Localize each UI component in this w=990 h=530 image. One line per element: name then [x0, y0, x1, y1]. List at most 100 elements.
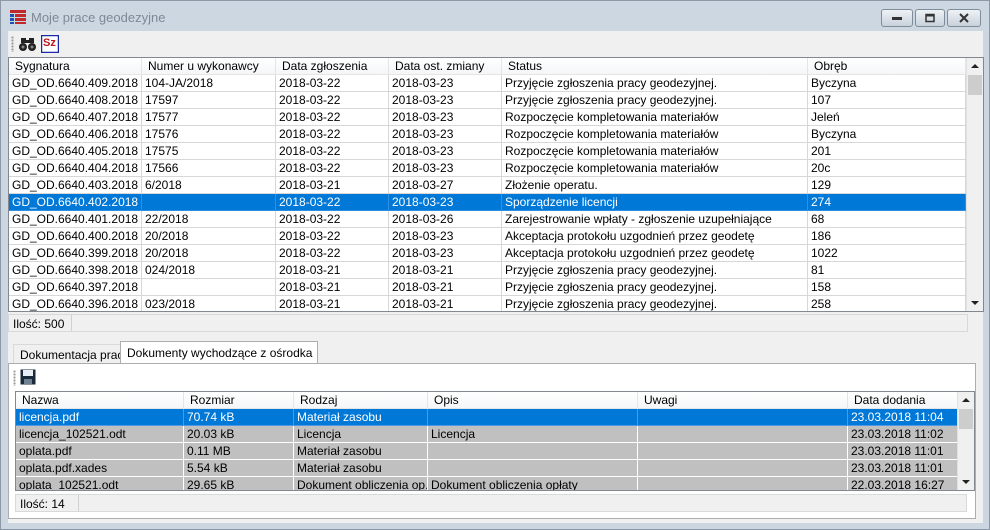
table-row[interactable]: oplata.pdf 0.11 MB Materiał zasobu 23.03.20…: [16, 443, 958, 460]
scroll-up-arrow-icon[interactable]: [967, 58, 983, 74]
documents-vertical-scrollbar[interactable]: [957, 392, 974, 490]
search-button[interactable]: [17, 34, 39, 54]
table-cell: 2018-03-21: [389, 262, 502, 279]
table-cell: [638, 477, 848, 490]
documents-column-header[interactable]: Rozmiar: [184, 392, 294, 409]
documents-count: Ilość: 14: [20, 497, 65, 511]
documents-column-header[interactable]: Uwagi: [638, 392, 848, 409]
table-row[interactable]: oplata.pdf.xades 5.54 kB Materiał zasobu 23…: [16, 460, 958, 477]
table-cell: Licencja: [428, 426, 638, 443]
table-cell: 2018-03-22: [276, 228, 389, 245]
table-row[interactable]: oplata_102521.odt 29.65 kB Dokument oblicz…: [16, 477, 958, 490]
table-cell: 17575: [142, 143, 276, 160]
table-row[interactable]: GD_OD.6640.406.2018 17576 2018-03-22 2018-0…: [9, 126, 966, 143]
table-cell: 1022: [808, 245, 966, 262]
table-cell: Przyjęcie zgłoszenia pracy geodezyjnej.: [502, 75, 808, 92]
table-cell: GD_OD.6640.400.2018: [9, 228, 142, 245]
table-row[interactable]: licencja_102521.odt 20.03 kB Licencja Licen…: [16, 426, 958, 443]
sz-label: Sz: [43, 37, 56, 49]
documents-column-header[interactable]: Rodzaj: [294, 392, 428, 409]
table-row[interactable]: GD_OD.6640.396.2018 023/2018 2018-03-21 201…: [9, 296, 966, 311]
scroll-down-arrow-icon[interactable]: [967, 295, 983, 311]
documents-column-header[interactable]: Data dodania: [848, 392, 958, 409]
table-cell: 2018-03-22: [276, 245, 389, 262]
table-cell: 158: [808, 279, 966, 296]
table-grid-icon: [10, 10, 26, 24]
table-cell: 201: [808, 143, 966, 160]
table-cell: 2018-03-23: [389, 228, 502, 245]
table-cell: 2018-03-23: [389, 160, 502, 177]
table-row[interactable]: GD_OD.6640.405.2018 17575 2018-03-22 2018-0…: [9, 143, 966, 160]
save-button[interactable]: [19, 368, 37, 386]
tab-work-documentation[interactable]: Dokumentacja pracy: [13, 344, 136, 363]
documents-table-body: licencja.pdf 70.74 kB Materiał zasobu 23.03…: [16, 409, 958, 490]
table-row[interactable]: GD_OD.6640.409.2018 104-JA/2018 2018-03-22…: [9, 75, 966, 92]
table-cell: 20.03 kB: [184, 426, 294, 443]
app-window: Moje prace geodezyjne Sz Sygnatura Numer…: [0, 0, 990, 530]
scroll-up-arrow-icon[interactable]: [958, 392, 974, 408]
works-column-header[interactable]: Sygnatura: [9, 58, 142, 75]
table-cell: GD_OD.6640.405.2018: [9, 143, 142, 160]
table-cell: 2018-03-22: [276, 109, 389, 126]
panel-toolbar-grip[interactable]: [13, 370, 16, 386]
table-row[interactable]: GD_OD.6640.398.2018 024/2018 2018-03-21 201…: [9, 262, 966, 279]
documents-column-header[interactable]: Opis: [428, 392, 638, 409]
close-button[interactable]: [947, 9, 981, 27]
works-vertical-scrollbar[interactable]: [966, 58, 983, 311]
table-cell: 2018-03-21: [276, 177, 389, 194]
table-cell: 20c: [808, 160, 966, 177]
status-separator: [78, 495, 79, 511]
close-icon: [959, 13, 969, 23]
documents-scroll-thumb[interactable]: [959, 409, 973, 429]
table-cell: GD_OD.6640.404.2018: [9, 160, 142, 177]
table-row[interactable]: GD_OD.6640.402.2018 2018-03-22 2018-03-23 S…: [9, 194, 966, 211]
table-cell: 2018-03-22: [276, 194, 389, 211]
works-column-header[interactable]: Obręb: [808, 58, 966, 75]
documents-table-header: Nazwa Rozmiar Rodzaj Opis Uwagi Data dodania: [16, 392, 958, 409]
table-cell: Byczyna: [808, 75, 966, 92]
works-scroll-thumb[interactable]: [968, 75, 982, 95]
table-row[interactable]: GD_OD.6640.407.2018 17577 2018-03-22 2018-0…: [9, 109, 966, 126]
documents-column-header[interactable]: Nazwa: [16, 392, 184, 409]
table-cell: 2018-03-26: [389, 211, 502, 228]
table-cell: 2018-03-23: [389, 245, 502, 262]
works-column-header[interactable]: Data zgłoszenia: [276, 58, 389, 75]
table-row[interactable]: GD_OD.6640.401.2018 22/2018 2018-03-22 2018…: [9, 211, 966, 228]
table-cell: [638, 409, 848, 426]
works-column-header[interactable]: Data ost. zmiany: [389, 58, 502, 75]
works-column-header[interactable]: Numer u wykonawcy: [142, 58, 276, 75]
documents-status-bar: Ilość: 14: [15, 494, 967, 512]
table-cell: Akceptacja protokołu uzgodnień przez geo…: [502, 245, 808, 262]
table-cell: 2018-03-23: [389, 143, 502, 160]
table-cell: Akceptacja protokołu uzgodnień przez geo…: [502, 228, 808, 245]
table-row[interactable]: GD_OD.6640.403.2018 6/2018 2018-03-21 2018-…: [9, 177, 966, 194]
table-cell: 2018-03-22: [276, 143, 389, 160]
table-cell: licencja_102521.odt: [16, 426, 184, 443]
toolbar-grip[interactable]: [11, 36, 14, 52]
table-row[interactable]: GD_OD.6640.408.2018 17597 2018-03-22 2018-0…: [9, 92, 966, 109]
table-cell: 23.03.2018 11:01: [848, 443, 958, 460]
scroll-down-arrow-icon[interactable]: [958, 474, 974, 490]
table-row[interactable]: licencja.pdf 70.74 kB Materiał zasobu 23.03…: [16, 409, 958, 426]
tab-outgoing-documents[interactable]: Dokumenty wychodzące z ośrodka: [120, 341, 319, 363]
table-row[interactable]: GD_OD.6640.397.2018 2018-03-21 2018-03-21 P…: [9, 279, 966, 296]
table-cell: GD_OD.6640.396.2018: [9, 296, 142, 311]
table-cell: 104-JA/2018: [142, 75, 276, 92]
table-row[interactable]: GD_OD.6640.404.2018 17566 2018-03-22 2018-0…: [9, 160, 966, 177]
table-cell: Byczyna: [808, 126, 966, 143]
works-column-header[interactable]: Status: [502, 58, 808, 75]
table-cell: 023/2018: [142, 296, 276, 311]
table-row[interactable]: GD_OD.6640.399.2018 20/2018 2018-03-22 2018…: [9, 245, 966, 262]
minimize-button[interactable]: [881, 9, 913, 27]
maximize-button[interactable]: [915, 9, 945, 27]
table-row[interactable]: GD_OD.6640.400.2018 20/2018 2018-03-22 2018…: [9, 228, 966, 245]
floppy-disk-icon: [20, 369, 36, 385]
client-area: Sz Sygnatura Numer u wykonawcy Data zgłosz…: [8, 31, 984, 523]
table-cell: Materiał zasobu: [294, 409, 428, 426]
table-cell: 129: [808, 177, 966, 194]
title-bar[interactable]: Moje prace geodezyjne: [1, 1, 989, 31]
table-cell: Złożenie operatu.: [502, 177, 808, 194]
table-cell: 23.03.2018 11:02: [848, 426, 958, 443]
sz-button[interactable]: Sz: [39, 34, 61, 54]
table-cell: 29.65 kB: [184, 477, 294, 490]
